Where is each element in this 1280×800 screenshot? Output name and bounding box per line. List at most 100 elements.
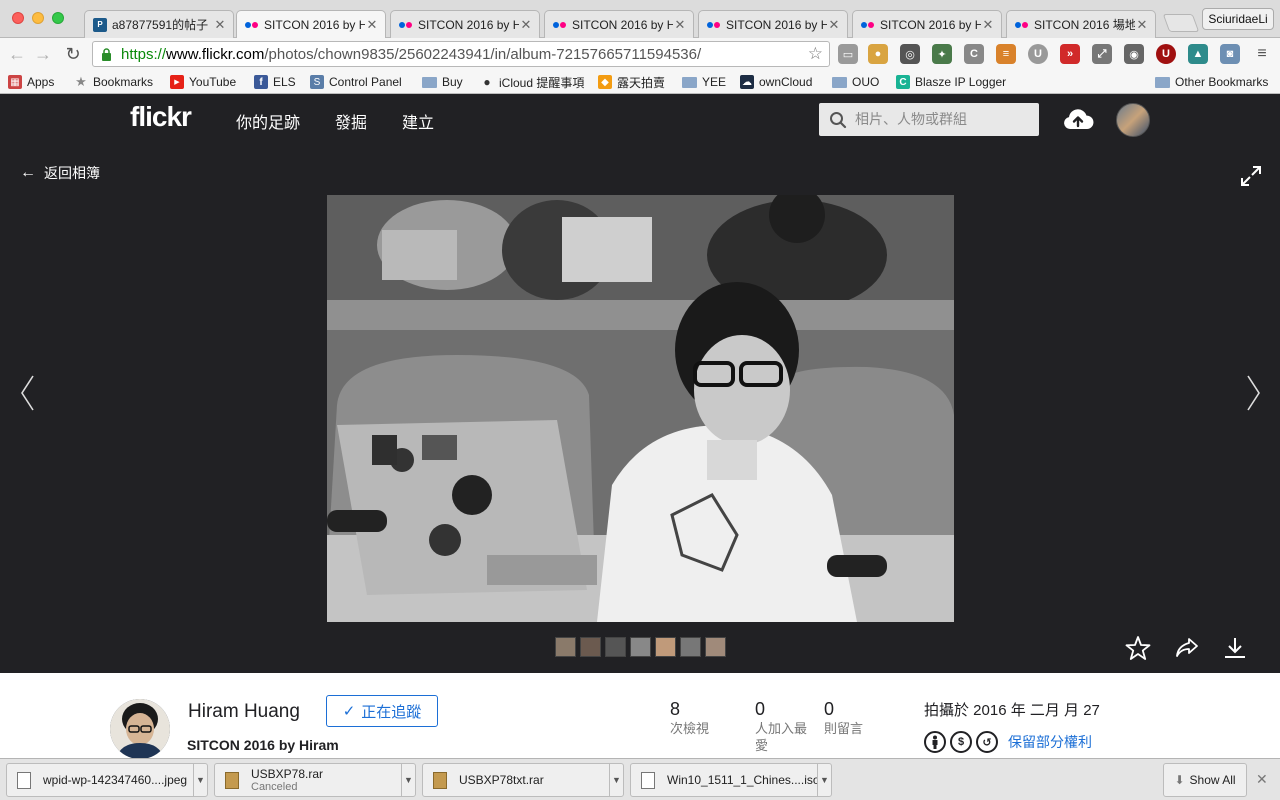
menu-icon[interactable]: ≡ (1252, 44, 1272, 64)
back-arrow-icon[interactable]: ← (6, 42, 28, 66)
next-photo-icon[interactable] (1243, 373, 1263, 413)
thumbnail[interactable] (655, 637, 676, 657)
download-icon[interactable] (1222, 635, 1248, 661)
profile-button[interactable]: SciuridaeLi (1202, 8, 1274, 30)
resize-extension-icon[interactable]: ⤢ (1092, 44, 1112, 64)
sync-extension-icon[interactable]: ◎ (900, 44, 920, 64)
thumbnail[interactable] (555, 637, 576, 657)
bookmark-control-panel[interactable]: S Control Panel (310, 73, 402, 91)
owner-avatar[interactable] (110, 699, 170, 759)
bookmark-icloud[interactable]: ● iCloud 提醒事項 (480, 73, 584, 91)
chat-extension-icon[interactable]: ▲ (1188, 44, 1208, 64)
bookmark-owncloud[interactable]: ☁ ownCloud (740, 73, 812, 91)
thumbnail[interactable] (580, 637, 601, 657)
youtube-icon: ▶ (170, 75, 184, 89)
address-bar[interactable]: https://www.flickr.com/photos/chown9835/… (92, 41, 830, 67)
owner-name[interactable]: Hiram Huang (188, 701, 300, 723)
download-item[interactable]: USBXP78txt.rar ▼ (422, 763, 624, 797)
thumbnail[interactable] (630, 637, 651, 657)
bookmark-ruten[interactable]: ◆ 露天拍賣 (598, 73, 665, 91)
tab-flickr[interactable]: SITCON 2016 場地 ✕ (1006, 10, 1156, 38)
tab-flickr[interactable]: SITCON 2016 by H ✕ (698, 10, 848, 38)
c-extension-icon[interactable]: C (964, 44, 984, 64)
following-button[interactable]: ✓ 正在追蹤 (326, 695, 438, 727)
thumbnail[interactable] (680, 637, 701, 657)
close-icon[interactable]: ✕ (827, 17, 841, 33)
views-stat: 8 次檢視 (670, 699, 709, 737)
close-icon[interactable]: ✕ (213, 17, 227, 33)
close-icon[interactable]: ✕ (1135, 17, 1149, 33)
chevron-down-icon[interactable]: ▼ (609, 764, 623, 796)
bookmark-label: Control Panel (329, 75, 402, 89)
reload-icon[interactable]: ↻ (62, 42, 84, 66)
close-icon[interactable]: ✕ (673, 17, 687, 33)
bookmark-folder-buy[interactable]: Buy (422, 73, 463, 91)
bookmark-folder-ouo[interactable]: OUO (832, 73, 879, 91)
tab-label: SITCON 2016 by H (880, 17, 981, 32)
close-icon[interactable]: ✕ (519, 17, 533, 33)
upload-cloud-icon[interactable] (1062, 107, 1094, 133)
close-icon[interactable]: ✕ (1256, 771, 1268, 788)
license-label[interactable]: 保留部分權利 (1008, 732, 1092, 752)
satellite-extension-icon[interactable]: ✦ (932, 44, 952, 64)
bookmark-star-icon[interactable]: ☆ (808, 44, 823, 64)
thumbnail[interactable] (705, 637, 726, 657)
photo-strip (555, 637, 726, 657)
cookie-extension-icon[interactable]: ● (868, 44, 888, 64)
user-avatar[interactable] (1116, 103, 1150, 137)
forward-arrow-icon[interactable]: → (32, 42, 54, 66)
thumbnail[interactable] (605, 637, 626, 657)
chevron-down-icon[interactable]: ▼ (401, 764, 415, 796)
flickr-header: flickr 你的足跡 發掘 建立 (0, 95, 1280, 145)
download-item[interactable]: Win10_1511_1_Chines....iso ▼ (630, 763, 832, 797)
nav-create[interactable]: 建立 (402, 109, 434, 133)
bookmark-blasze[interactable]: C Blasze IP Logger (896, 73, 1006, 91)
tab-flickr[interactable]: SITCON 2016 by H ✕ (390, 10, 540, 38)
new-tab-button[interactable] (1162, 14, 1200, 32)
owncloud-icon: ☁ (740, 75, 754, 89)
close-icon[interactable]: ✕ (981, 17, 995, 33)
github-extension-icon[interactable]: ◉ (1124, 44, 1144, 64)
fullscreen-icon[interactable] (1240, 165, 1262, 187)
license-info[interactable]: $ ↺ 保留部分權利 (924, 731, 1092, 753)
tab-flickr[interactable]: SITCON 2016 by H ✕ (544, 10, 694, 38)
back-to-album-link[interactable]: ← 返回相簿 (20, 163, 100, 183)
bookmark-bookmarks[interactable]: ★ Bookmarks (74, 73, 153, 91)
close-window-button[interactable] (12, 12, 24, 24)
chevron-down-icon[interactable]: ▼ (193, 764, 207, 796)
flickr-logo[interactable]: flickr (130, 101, 192, 133)
folder-icon (1155, 76, 1170, 88)
tab-flickr[interactable]: SITCON 2016 by H ✕ (852, 10, 1002, 38)
comments-stat: 0 則留言 (824, 699, 863, 737)
fast-forward-extension-icon[interactable]: » (1060, 44, 1080, 64)
tab-flickr-active[interactable]: SITCON 2016 by H ✕ (236, 10, 386, 38)
show-all-downloads-button[interactable]: ⬇ Show All (1163, 763, 1247, 797)
share-icon[interactable] (1174, 635, 1200, 661)
bookmark-els[interactable]: f ELS (254, 73, 296, 91)
nav-explore[interactable]: 發掘 (335, 109, 367, 133)
download-item[interactable]: USBXP78.rar Canceled ▼ (214, 763, 416, 797)
main-photo[interactable] (327, 195, 954, 622)
album-title[interactable]: SITCON 2016 by Hiram (187, 737, 339, 753)
cast-icon[interactable]: ▭ (838, 44, 858, 64)
bookmark-other[interactable]: Other Bookmarks (1155, 73, 1268, 91)
close-icon[interactable]: ✕ (365, 17, 379, 33)
maximize-window-button[interactable] (52, 12, 64, 24)
bookmark-apps[interactable]: ▦ Apps (8, 73, 54, 91)
bookmark-youtube[interactable]: ▶ YouTube (170, 73, 236, 91)
search-input[interactable] (855, 111, 1035, 128)
following-label: 正在追蹤 (361, 703, 422, 721)
previous-photo-icon[interactable] (18, 373, 38, 413)
ublock-icon[interactable]: U (1156, 44, 1176, 64)
notes-extension-icon[interactable]: ≡ (996, 44, 1016, 64)
bookmark-folder-yee[interactable]: YEE (682, 73, 726, 91)
bookmark-label: Apps (27, 75, 55, 89)
download-item[interactable]: wpid-wp-142347460....jpeg ▼ (6, 763, 208, 797)
favorite-star-icon[interactable] (1125, 635, 1151, 661)
nav-you[interactable]: 你的足跡 (236, 109, 300, 133)
chevron-down-icon[interactable]: ▼ (817, 764, 831, 796)
u-extension-icon[interactable]: U (1028, 44, 1048, 64)
camera-extension-icon[interactable]: ◙ (1220, 44, 1240, 64)
minimize-window-button[interactable] (32, 12, 44, 24)
tab-ptt[interactable]: P a87877591的帖子 ✕ (84, 10, 234, 38)
